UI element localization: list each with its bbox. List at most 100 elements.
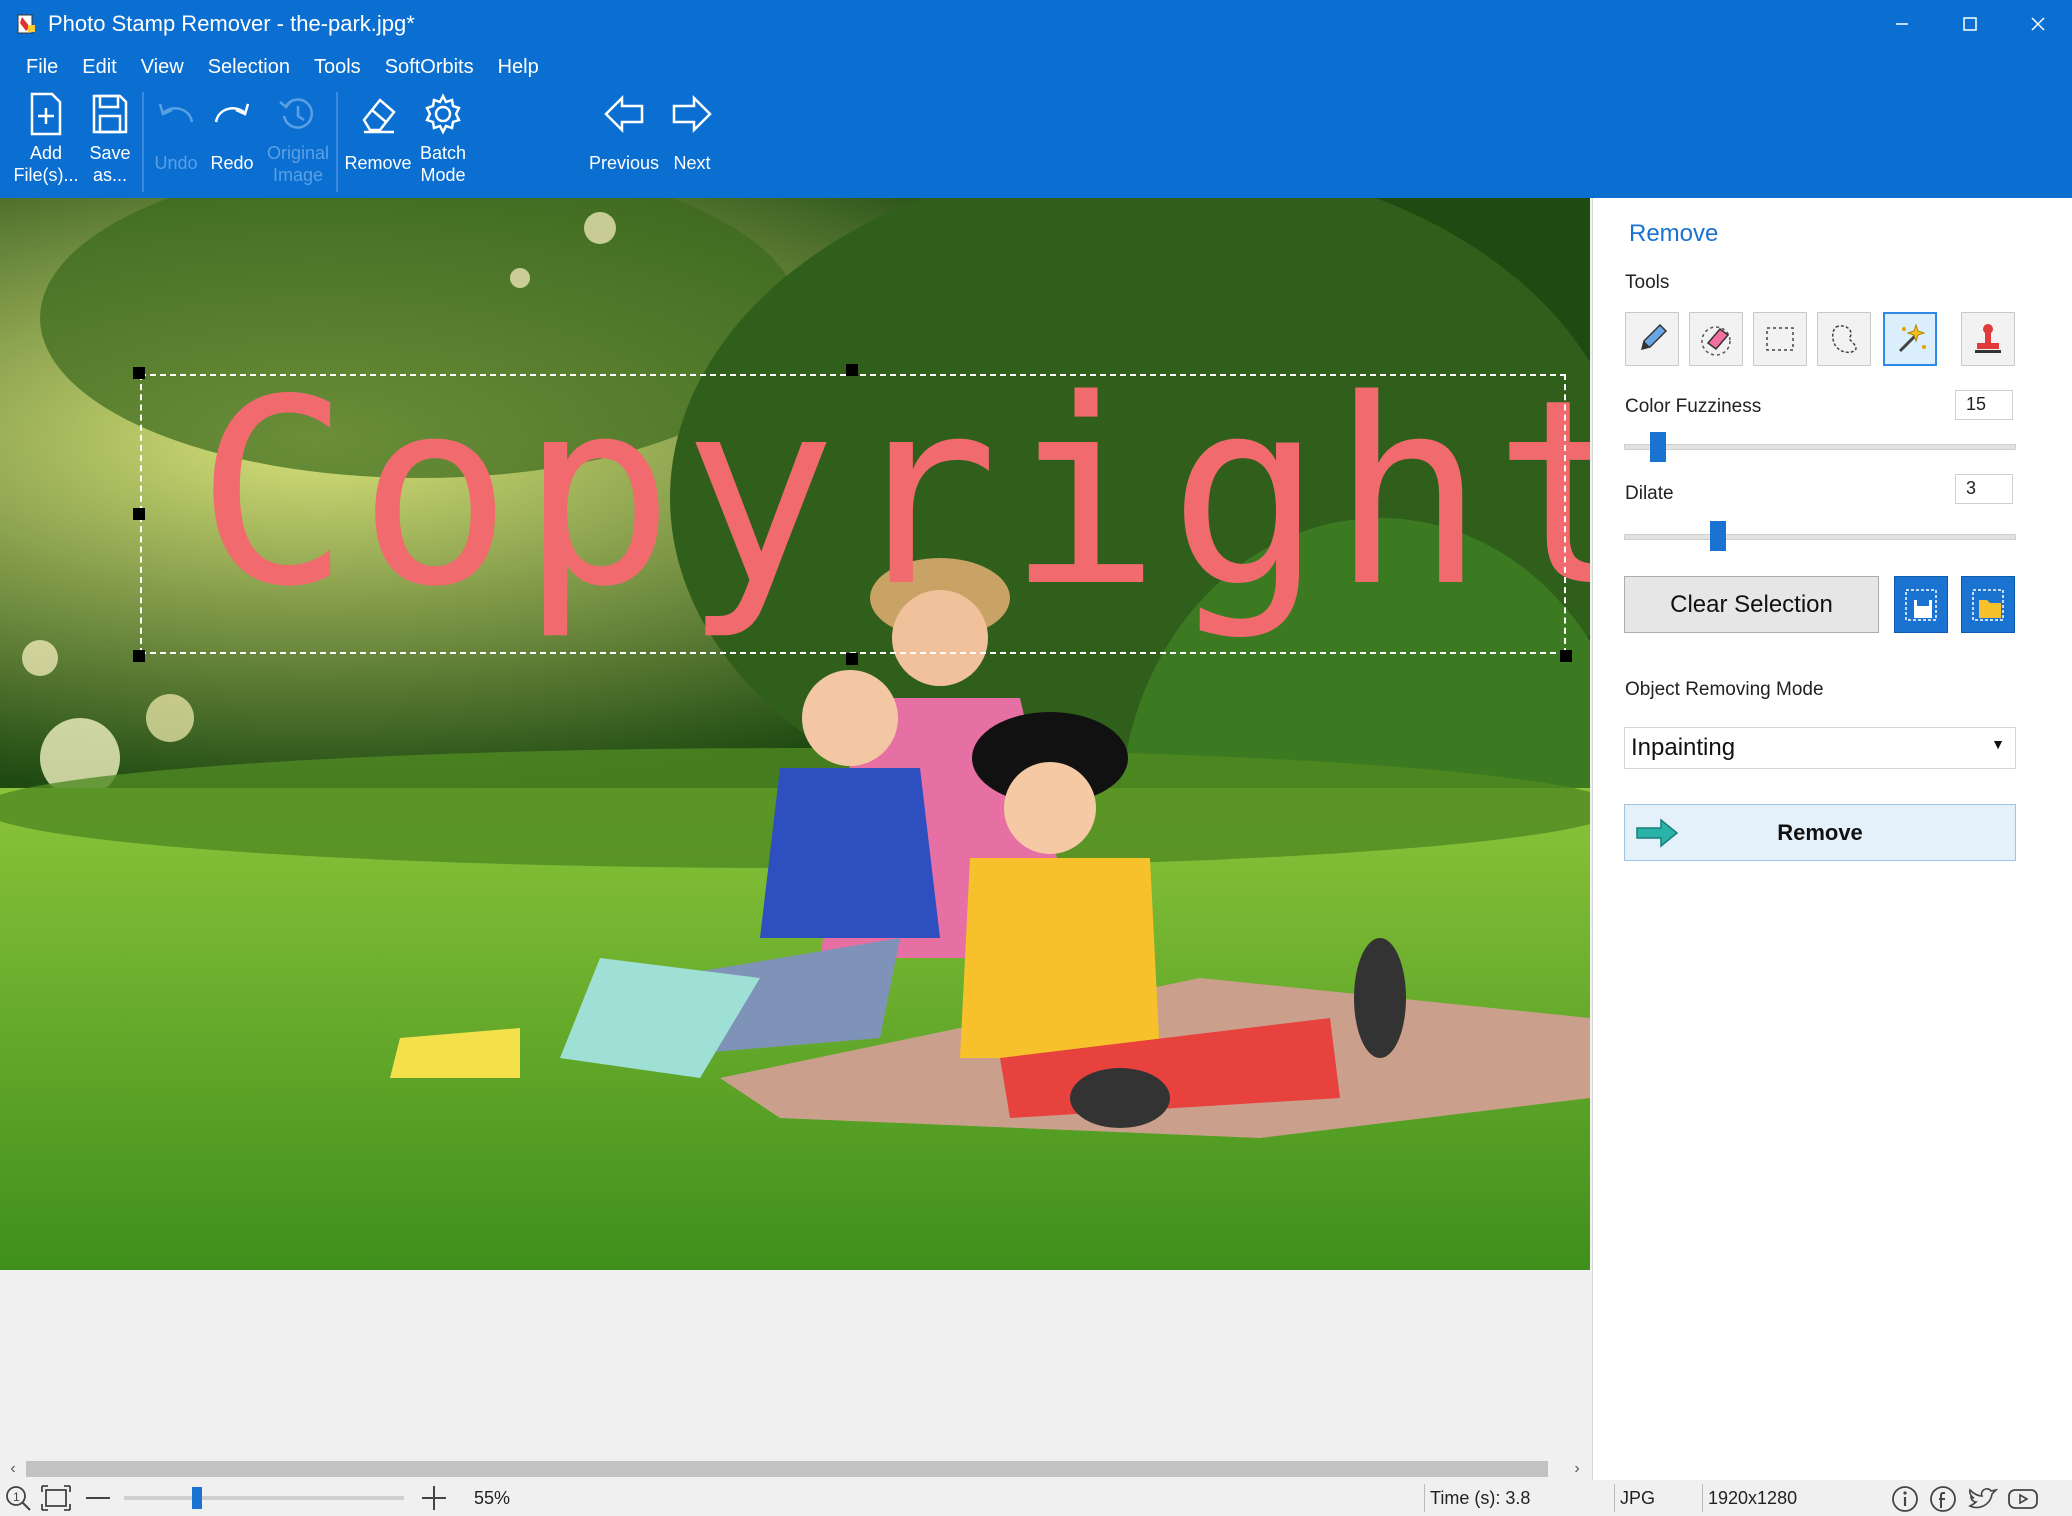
zoom-out-icon[interactable] <box>84 1484 112 1512</box>
selection-handle[interactable] <box>133 508 145 520</box>
history-icon <box>279 98 313 129</box>
magic-wand-icon <box>1898 323 1926 353</box>
close-icon <box>2031 17 2045 31</box>
pencil-tool-button[interactable] <box>1625 312 1679 366</box>
arrow-left-icon <box>604 94 644 134</box>
load-selection-button[interactable] <box>1961 576 2015 633</box>
save-icon <box>92 94 128 134</box>
selection-handle[interactable] <box>846 364 858 376</box>
menu-softorbits[interactable]: SoftOrbits <box>385 56 474 79</box>
scrollbar-thumb[interactable] <box>26 1461 1548 1477</box>
zoom-slider-thumb[interactable] <box>192 1487 202 1509</box>
menu-help[interactable]: Help <box>498 56 539 79</box>
clear-selection-button[interactable]: Clear Selection <box>1624 576 1879 633</box>
photo[interactable]: Copyright <box>0 198 1590 1270</box>
toolbar-separator <box>142 92 144 192</box>
status-separator <box>1424 1484 1425 1512</box>
status-separator <box>1614 1484 1615 1512</box>
menu-selection[interactable]: Selection <box>208 56 290 79</box>
batch-mode-button[interactable]: Batch Mode <box>412 86 474 198</box>
selection-handle[interactable] <box>133 367 145 379</box>
canvas-area[interactable]: Copyright <box>0 198 1590 1458</box>
selection-handle[interactable] <box>133 650 145 662</box>
redo-icon <box>214 103 250 123</box>
window-title: Photo Stamp Remover - the-park.jpg* <box>48 11 415 36</box>
app-logo-icon <box>17 14 35 34</box>
save-selection-icon <box>1905 588 1937 621</box>
scroll-left-icon[interactable]: ‹ <box>2 1458 24 1480</box>
selection-rectangle[interactable] <box>140 374 1566 654</box>
save-as-button[interactable]: Save as... <box>80 86 140 198</box>
zoom-in-icon[interactable] <box>420 1484 448 1512</box>
removing-mode-select[interactable]: Inpainting ▼ <box>1624 727 2016 769</box>
svg-text:1: 1 <box>13 1490 20 1504</box>
add-file-icon <box>30 92 62 136</box>
window-controls <box>1868 0 2072 48</box>
remove-button-label: Remove <box>1777 819 1863 845</box>
color-fuzziness-slider[interactable] <box>1624 444 2016 450</box>
magic-wand-button[interactable] <box>1883 312 1937 366</box>
eraser-tool-button[interactable] <box>1689 312 1743 366</box>
zoom-actual-icon[interactable]: 1 <box>4 1484 32 1512</box>
remove-tool-button[interactable]: Remove <box>342 86 414 198</box>
status-separator <box>1702 1484 1703 1512</box>
horizontal-scrollbar[interactable]: ‹ › <box>0 1458 1590 1480</box>
panel-title: Remove <box>1629 220 1719 247</box>
previous-button[interactable]: Previous <box>584 86 664 198</box>
selection-handle[interactable] <box>1560 650 1572 662</box>
gear-icon <box>425 93 461 135</box>
color-fuzziness-label: Color Fuzziness <box>1625 396 1762 417</box>
image-dimensions: 1920x1280 <box>1708 1488 1798 1508</box>
original-image-button[interactable]: Original Image <box>262 86 334 198</box>
status-bar: 1 55% Time (s): 3.8 JPG 1920x1280 <box>0 1480 2072 1516</box>
color-fuzziness-input[interactable]: 15 <box>1955 390 2013 420</box>
dilate-input[interactable]: 3 <box>1955 474 2013 504</box>
undo-button[interactable]: Undo <box>148 86 204 198</box>
scroll-right-icon[interactable]: › <box>1566 1458 1588 1480</box>
dilate-label: Dilate <box>1625 483 1674 504</box>
maximize-icon <box>1963 17 1977 31</box>
rect-select-icon <box>1766 327 1794 351</box>
app-window: Photo Stamp Remover - the-park.jpg* File… <box>0 0 2072 1516</box>
undo-icon <box>158 103 194 123</box>
menu-tools[interactable]: Tools <box>314 56 361 79</box>
menu-bar: File Edit View Selection Tools SoftOrbit… <box>0 48 2072 86</box>
redo-button[interactable]: Redo <box>204 86 260 198</box>
next-button[interactable]: Next <box>664 86 720 198</box>
title-bar: Photo Stamp Remover - the-park.jpg* <box>0 0 2072 48</box>
selection-handle[interactable] <box>846 653 858 665</box>
processing-time: Time (s): 3.8 <box>1430 1488 1531 1508</box>
color-fuzziness-slider-thumb[interactable] <box>1650 432 1667 462</box>
save-selection-button[interactable] <box>1894 576 1948 633</box>
youtube-icon[interactable] <box>2006 1484 2040 1514</box>
object-removing-mode-label: Object Removing Mode <box>1625 679 1824 700</box>
close-button[interactable] <box>2004 0 2072 48</box>
dilate-slider[interactable] <box>1624 534 2016 540</box>
minimize-button[interactable] <box>1868 0 1936 48</box>
twitter-icon[interactable] <box>1966 1484 1998 1514</box>
arrow-right-icon <box>1636 818 1679 848</box>
stamp-tool-button[interactable] <box>1961 312 2015 366</box>
menu-view[interactable]: View <box>141 56 184 79</box>
info-icon[interactable] <box>1890 1484 1920 1514</box>
stamp-icon <box>1975 324 2001 353</box>
pencil-icon <box>1640 323 1668 351</box>
toolbar-separator <box>336 92 338 192</box>
remove-button[interactable]: Remove <box>1624 804 2016 861</box>
zoom-slider[interactable] <box>124 1496 404 1500</box>
facebook-icon[interactable] <box>1928 1484 1958 1514</box>
chevron-down-icon: ▼ <box>1991 736 2005 752</box>
add-files-button[interactable]: Add File(s)... <box>10 86 82 198</box>
arrow-right-icon <box>672 94 712 134</box>
rectangle-select-button[interactable] <box>1753 312 1807 366</box>
lasso-select-button[interactable] <box>1817 312 1871 366</box>
zoom-level: 55% <box>474 1488 511 1508</box>
menu-edit[interactable]: Edit <box>82 56 116 79</box>
lasso-icon <box>1831 325 1857 354</box>
toolbar: Add File(s)... Save as... Undo Redo Orig… <box>0 86 2072 198</box>
maximize-button[interactable] <box>1936 0 2004 48</box>
image-format: JPG <box>1620 1488 1656 1508</box>
dilate-slider-thumb[interactable] <box>1710 521 1727 551</box>
menu-file[interactable]: File <box>26 56 58 79</box>
fit-to-window-icon[interactable] <box>40 1484 72 1512</box>
